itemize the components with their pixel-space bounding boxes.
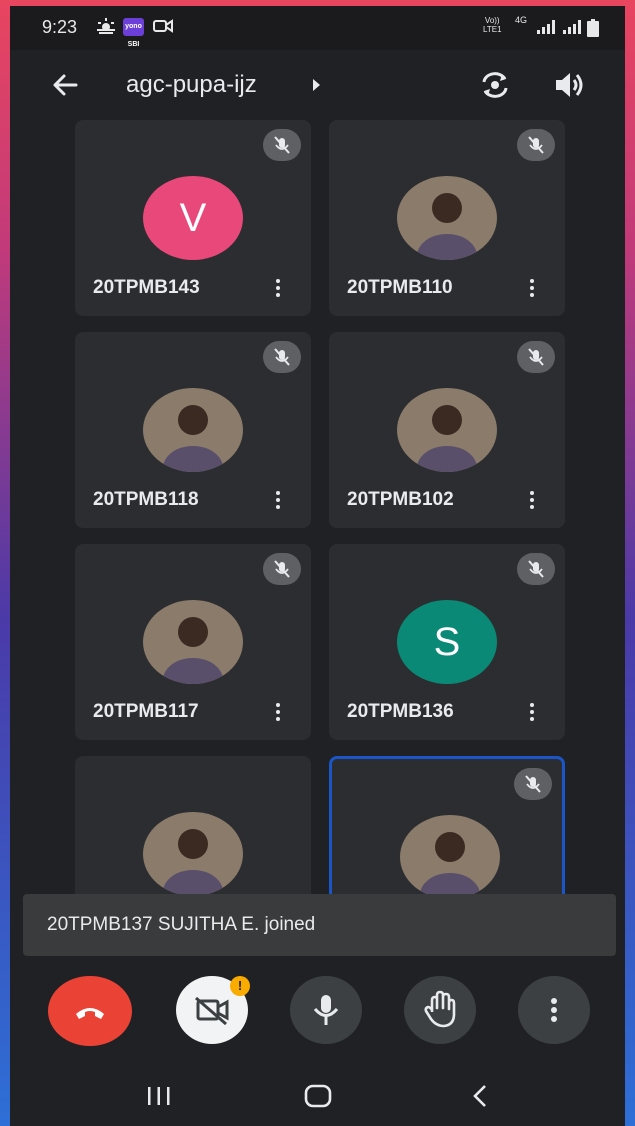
camera-alert-badge: ! <box>230 976 250 996</box>
system-nav-bar <box>10 1068 625 1126</box>
person-photo-icon <box>143 812 243 896</box>
yono-app-icon: yono SBI <box>123 18 144 48</box>
participant-tile[interactable]: 20TPMB118 <box>75 332 311 528</box>
volte-line: Vo)) <box>484 16 500 25</box>
signal-strength-icon <box>563 20 583 39</box>
participant-name: 20TPMB118 <box>93 489 199 510</box>
speaker-button[interactable] <box>553 70 585 100</box>
participant-menu-icon[interactable] <box>273 488 283 512</box>
back-button[interactable] <box>50 70 80 100</box>
weather-icon <box>96 18 116 39</box>
mic-off-icon <box>517 553 555 585</box>
mic-off-icon <box>263 341 301 373</box>
participant-tile[interactable]: S 20TPMB136 <box>329 544 565 740</box>
participant-name: 20TPMB102 <box>347 489 454 510</box>
home-button[interactable] <box>304 1084 332 1113</box>
signal-strength-icon <box>537 20 557 39</box>
home-icon <box>304 1084 332 1108</box>
join-notification: 20TPMB137 SUJITHA E. joined <box>23 894 616 956</box>
end-call-button[interactable] <box>48 976 132 1046</box>
participant-menu-icon[interactable] <box>527 276 537 300</box>
microphone-button[interactable] <box>290 976 362 1044</box>
network-type: 4G <box>515 15 528 25</box>
recent-apps-button[interactable] <box>146 1084 172 1113</box>
participant-menu-icon[interactable] <box>273 276 283 300</box>
avatar-initial: S <box>397 600 497 684</box>
switch-camera-button[interactable] <box>478 70 512 100</box>
participant-tile[interactable]: 20TPMB102 <box>329 332 565 528</box>
phone-screen: 9:23 yono SBI Vo)) LTE1 4G agc-pupa-ijz <box>10 6 625 1126</box>
avatar-letter: V <box>179 196 207 240</box>
person-photo-icon <box>143 600 243 684</box>
more-options-button[interactable] <box>518 976 590 1044</box>
lte-line: LTE1 <box>483 25 502 34</box>
chevron-left-icon <box>473 1085 486 1107</box>
participant-tile[interactable]: 20TPMB117 <box>75 544 311 740</box>
caret-right-icon[interactable] <box>313 79 320 91</box>
participant-menu-icon[interactable] <box>527 488 537 512</box>
mic-off-icon <box>263 129 301 161</box>
mic-off-icon <box>514 768 552 800</box>
participant-name: 20TPMB117 <box>93 701 199 722</box>
person-photo-icon <box>143 388 243 472</box>
avatar-initial: V <box>143 176 243 260</box>
recent-apps-icon <box>148 1087 170 1105</box>
participant-menu-icon[interactable] <box>527 700 537 724</box>
participant-menu-icon[interactable] <box>273 700 283 724</box>
participant-name: 20TPMB143 <box>93 277 200 298</box>
video-recording-icon <box>153 18 173 39</box>
join-notification-text: 20TPMB137 SUJITHA E. joined <box>47 914 316 935</box>
meeting-header: agc-pupa-ijz <box>10 50 625 120</box>
status-time: 9:23 <box>42 17 78 37</box>
switch-camera-icon <box>482 72 508 98</box>
microphone-icon <box>313 995 339 1025</box>
participant-tile[interactable]: 20TPMB110 <box>329 120 565 316</box>
participant-name: 20TPMB110 <box>347 277 453 298</box>
arrow-left-icon <box>53 74 78 96</box>
nav-back-button[interactable] <box>470 1084 490 1113</box>
meeting-code[interactable]: agc-pupa-ijz <box>126 71 257 99</box>
raise-hand-button[interactable] <box>404 976 476 1044</box>
avatar-letter: S <box>433 620 461 664</box>
hang-up-icon <box>76 1008 104 1019</box>
participant-tile[interactable]: V 20TPMB143 <box>75 120 311 316</box>
person-photo-icon <box>397 176 497 260</box>
mic-off-icon <box>517 341 555 373</box>
speaker-icon <box>556 73 583 97</box>
person-photo-icon <box>400 815 500 899</box>
person-photo-icon <box>397 388 497 472</box>
mic-off-icon <box>263 553 301 585</box>
mic-off-icon <box>517 129 555 161</box>
volte-indicator: Vo)) LTE1 <box>483 16 502 34</box>
participant-name: 20TPMB136 <box>347 701 454 722</box>
raise-hand-icon <box>424 990 456 1028</box>
battery-icon <box>587 19 599 42</box>
more-vertical-icon <box>551 998 557 1022</box>
status-bar: 9:23 yono SBI Vo)) LTE1 4G <box>10 6 625 50</box>
